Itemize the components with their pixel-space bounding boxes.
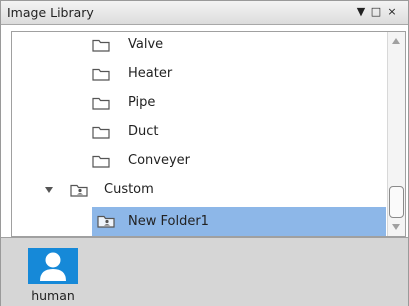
tree-item-label: Heater: [128, 66, 173, 81]
tree-item-label: Pipe: [128, 95, 156, 110]
gallery-item-label: human: [31, 288, 75, 303]
tree-item-heater[interactable]: Heater: [12, 61, 388, 87]
tree-item-pipe[interactable]: Pipe: [12, 90, 388, 116]
tree-item-custom[interactable]: Custom: [12, 177, 388, 203]
tree-item-label: Valve: [128, 37, 164, 52]
scrollbar-thumb[interactable]: [389, 186, 404, 218]
tree-item-conveyer[interactable]: Conveyer: [12, 148, 388, 174]
close-button[interactable]: ×: [385, 4, 399, 20]
tree-item-label: New Folder1: [128, 214, 209, 229]
folder-icon: [92, 68, 110, 81]
person-icon: [28, 248, 78, 284]
scroll-up-arrow-icon[interactable]: [392, 38, 400, 44]
folder-user-icon: [97, 215, 115, 228]
folder-icon: [92, 155, 110, 168]
tree-item-label: Conveyer: [128, 153, 190, 168]
folder-icon: [92, 97, 110, 110]
image-gallery: human: [1, 237, 408, 306]
gallery-item-human[interactable]: human: [24, 248, 82, 304]
folder-tree[interactable]: Valve Heater Pipe Duct Conveyer Custom N…: [11, 31, 406, 237]
panel-title: Image Library: [7, 5, 94, 20]
vertical-scrollbar[interactable]: [387, 32, 405, 236]
dropdown-button[interactable]: ▼: [354, 4, 368, 20]
restore-button[interactable]: □: [369, 4, 383, 20]
folder-icon: [92, 39, 110, 52]
tree-item-new-folder1[interactable]: New Folder1: [92, 207, 386, 236]
image-library-panel: Image Library ▼ □ × Valve Heater Pipe Du…: [0, 0, 409, 306]
folder-user-icon: [70, 184, 88, 197]
scroll-down-arrow-icon[interactable]: [392, 224, 400, 230]
folder-icon: [92, 126, 110, 139]
title-bar: Image Library ▼ □ ×: [1, 1, 408, 25]
tree-item-label: Custom: [104, 182, 154, 197]
tree-item-duct[interactable]: Duct: [12, 119, 388, 145]
tree-item-valve[interactable]: Valve: [12, 32, 388, 58]
expand-arrow-icon[interactable]: [45, 187, 53, 193]
tree-item-label: Duct: [128, 124, 159, 139]
